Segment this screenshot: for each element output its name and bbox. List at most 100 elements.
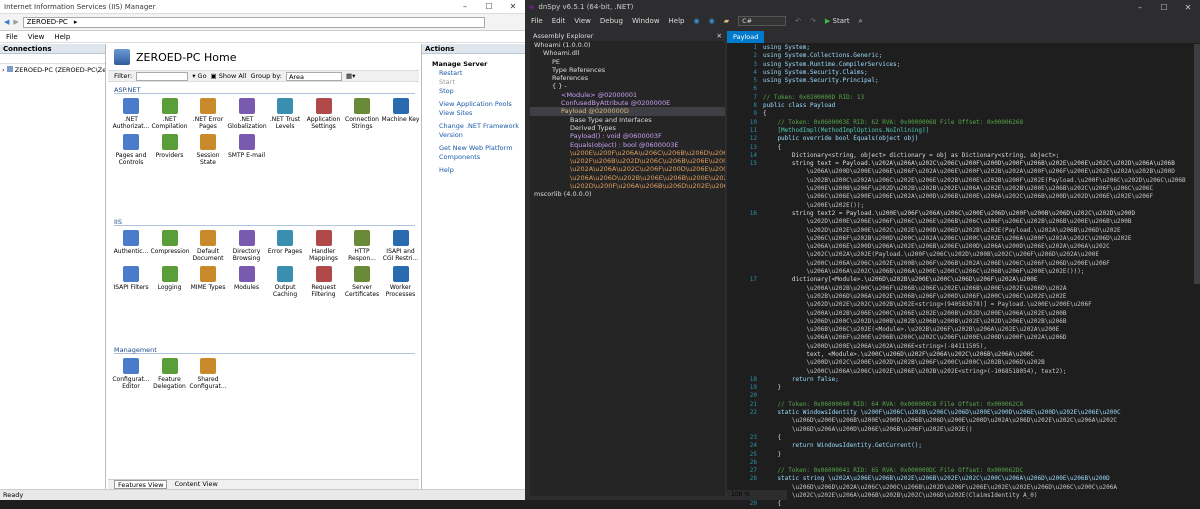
decompiled-source[interactable]: using System; using System.Collections.Ge… <box>763 44 1192 509</box>
forward-icon[interactable]: ▶ <box>13 18 18 26</box>
feature-http-respon[interactable]: HTTP Respon... <box>343 230 381 262</box>
restart-action[interactable]: Restart <box>422 69 525 78</box>
tab-payload[interactable]: Payload <box>727 31 765 43</box>
dn-menu-window[interactable]: Window <box>632 17 660 25</box>
tree-node[interactable]: Equals(object) : bool @0600003E <box>530 141 725 149</box>
tree-node[interactable]: \u206A\u206D\u202B\u206E\u206B\u200E\u20… <box>530 174 725 182</box>
group-header-aspnet[interactable]: ASP.NET <box>114 86 415 94</box>
stop-action[interactable]: Stop <box>422 87 525 96</box>
tab-features-view[interactable]: Features View <box>114 480 168 489</box>
tree-root-node[interactable]: › ZEROED-PC (ZEROED-PC\Zer <box>0 64 105 76</box>
tree-node[interactable]: Whoami.dll <box>530 49 725 57</box>
feature-configurat-editor[interactable]: Configurat... Editor <box>112 358 150 390</box>
feature-net-trust-levels[interactable]: .NET Trust Levels <box>266 98 304 130</box>
dn-menu-edit[interactable]: Edit <box>552 17 566 25</box>
feature-net-compilation[interactable]: .NET Compilation <box>151 98 189 130</box>
start-button[interactable]: ▶ Start <box>825 17 850 25</box>
tree-node[interactable]: Base Type and Interfaces <box>530 116 725 124</box>
explorer-close-icon[interactable]: ✕ <box>717 31 722 41</box>
tree-node[interactable]: \u202F\u206B\u202D\u206C\u206B\u206E\u20… <box>530 157 725 165</box>
tree-node[interactable]: \u200E\u200F\u206A\u206C\u206B\u206D\u20… <box>530 149 725 157</box>
tree-node[interactable]: \u202A\u206A\u202C\u206F\u200D\u206E\u20… <box>530 165 725 173</box>
menu-view[interactable]: View <box>28 33 45 41</box>
undo-icon[interactable]: ↶ <box>795 17 801 25</box>
maximize-icon[interactable]: ☐ <box>477 2 501 11</box>
dn-menu-help[interactable]: Help <box>669 17 685 25</box>
address-field[interactable]: ZEROED-PC ▸ <box>22 16 485 28</box>
feature-worker-processes[interactable]: Worker Processes <box>382 266 420 298</box>
close-icon[interactable]: ✕ <box>501 2 525 11</box>
feature-feature-delegation[interactable]: Feature Delegation <box>151 358 189 390</box>
feature-handler-mappings[interactable]: Handler Mappings <box>305 230 343 262</box>
view-sites-link[interactable]: View Sites <box>422 109 525 118</box>
back-nav-icon[interactable]: ◉ <box>694 17 700 25</box>
feature-default-document[interactable]: Default Document <box>189 230 227 262</box>
feature-authentic[interactable]: Authentic... <box>112 230 150 255</box>
start-action[interactable]: Start <box>422 78 525 87</box>
dn-maximize-icon[interactable]: ☐ <box>1152 3 1176 12</box>
tree-node[interactable]: ConfusedByAttribute @0200000E <box>530 99 725 107</box>
go-button[interactable]: ▾ Go <box>192 72 206 80</box>
help-link[interactable]: Help <box>422 166 525 175</box>
feature-smtp-e-mail[interactable]: SMTP E-mail <box>228 134 266 159</box>
dn-close-icon[interactable]: ✕ <box>1176 3 1200 12</box>
view-mode-icon[interactable]: ▦▾ <box>346 72 355 80</box>
feature-net-error-pages[interactable]: .NET Error Pages <box>189 98 227 130</box>
language-select[interactable]: C# <box>738 16 787 26</box>
feature-pages-and-controls[interactable]: Pages and Controls <box>112 134 150 166</box>
tree-node[interactable]: PE <box>530 58 725 66</box>
menu-help[interactable]: Help <box>54 33 70 41</box>
feature-modules[interactable]: Modules <box>228 266 266 291</box>
zoom-level[interactable]: 100 % <box>727 490 787 500</box>
dn-menu-file[interactable]: File <box>531 17 543 25</box>
view-app-pools-link[interactable]: View Application Pools <box>422 100 525 109</box>
group-header-management[interactable]: Management <box>114 346 415 354</box>
tree-node[interactable]: { } - <box>530 82 725 90</box>
tree-node[interactable]: Derived Types <box>530 124 725 132</box>
feature-net-globalization[interactable]: .NET Globalization <box>228 98 267 130</box>
minimize-icon[interactable]: – <box>453 2 477 11</box>
tree-node[interactable]: Payload @0200000D <box>530 107 725 116</box>
feature-compression[interactable]: Compression <box>151 230 189 255</box>
feature-directory-browsing[interactable]: Directory Browsing <box>228 230 266 262</box>
forward-nav-icon[interactable]: ◉ <box>709 17 715 25</box>
tree-node[interactable]: mscorlib (4.0.0.0) <box>530 190 725 198</box>
expand-icon[interactable]: › <box>2 66 5 74</box>
tree-node[interactable]: Whoami (1.0.0.0) <box>530 41 725 49</box>
change-net-link[interactable]: Change .NET Framework Version <box>422 122 525 140</box>
get-platform-link[interactable]: Get New Web Platform Components <box>422 144 525 162</box>
tree-node[interactable]: Payload() : void @0600003F <box>530 132 725 140</box>
feature-logging[interactable]: Logging <box>151 266 189 291</box>
feature-isapi-filters[interactable]: ISAPI Filters <box>112 266 150 291</box>
filter-input[interactable] <box>136 71 189 81</box>
feature-shared-configurat[interactable]: Shared Configurat... <box>189 358 227 390</box>
tree-node[interactable]: References <box>530 74 725 82</box>
tree-node[interactable]: Type References <box>530 66 725 74</box>
back-icon[interactable]: ◀ <box>4 18 9 26</box>
redo-icon[interactable]: ↷ <box>810 17 816 25</box>
dn-minimize-icon[interactable]: – <box>1128 3 1152 12</box>
feature-connection-strings[interactable]: Connection Strings <box>343 98 381 130</box>
group-header-iis[interactable]: IIS <box>114 218 415 226</box>
feature-net-authorizat[interactable]: .NET Authorizat... <box>112 98 150 130</box>
tree-node[interactable]: <Module> @02000001 <box>530 91 725 99</box>
feature-mime-types[interactable]: MIME Types <box>189 266 227 291</box>
feature-session-state[interactable]: Session State <box>189 134 227 166</box>
vertical-scrollbar[interactable] <box>1194 44 1200 284</box>
show-all-button[interactable]: ▣ Show All <box>211 72 247 80</box>
feature-isapi-and-cgi-restri[interactable]: ISAPI and CGI Restri... <box>382 230 420 262</box>
feature-request-filtering[interactable]: Request Filtering <box>305 266 343 298</box>
search-icon[interactable]: ⌕ <box>859 17 863 26</box>
tab-content-view[interactable]: Content View <box>171 480 220 489</box>
feature-providers[interactable]: Providers <box>151 134 189 159</box>
feature-application-settings[interactable]: Application Settings <box>305 98 343 130</box>
open-folder-icon[interactable]: ▰ <box>724 17 729 25</box>
tree-node[interactable]: \u202D\u200F\u206A\u206B\u206D\u202E\u20… <box>530 182 725 190</box>
dn-menu-view[interactable]: View <box>574 17 591 25</box>
feature-output-caching[interactable]: Output Caching <box>266 266 304 298</box>
group-by-select[interactable]: Area <box>285 71 342 81</box>
feature-error-pages[interactable]: Error Pages <box>266 230 304 255</box>
feature-server-certificates[interactable]: Server Certificates <box>343 266 381 298</box>
menu-file[interactable]: File <box>6 33 18 41</box>
dn-menu-debug[interactable]: Debug <box>600 17 623 25</box>
